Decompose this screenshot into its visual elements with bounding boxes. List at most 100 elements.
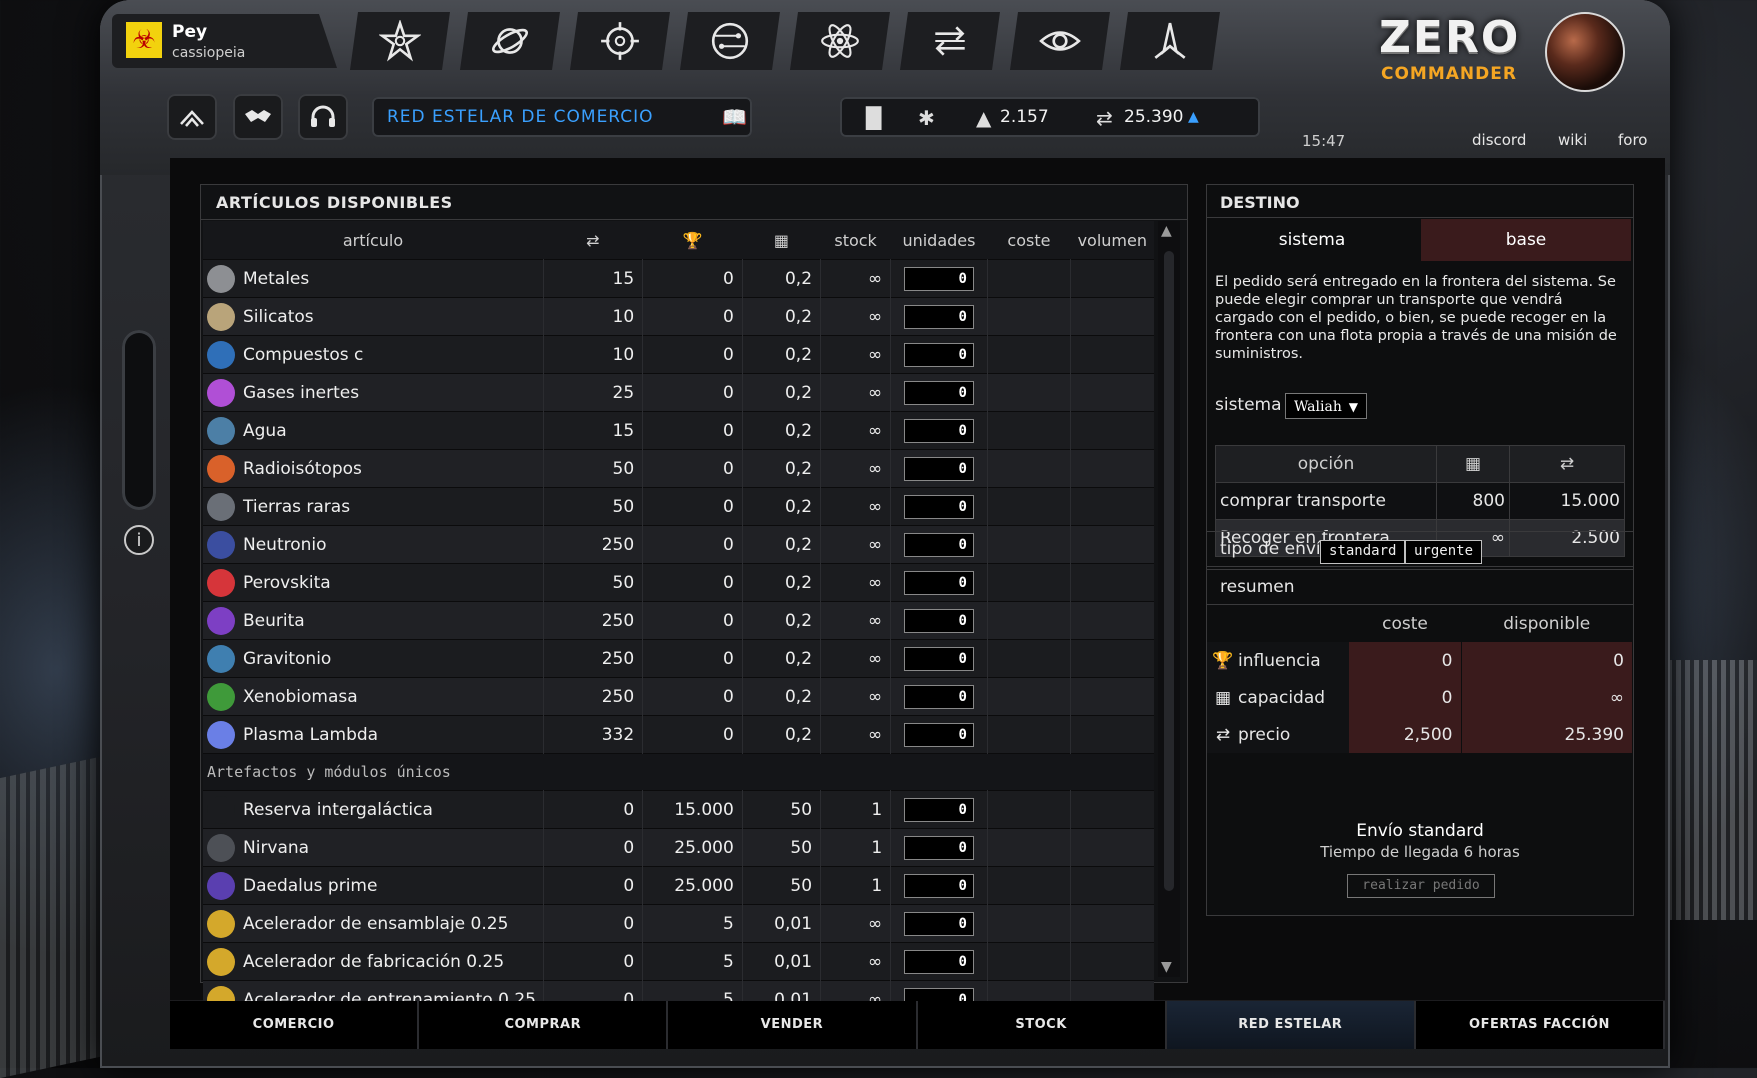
item-influence: 0 (642, 297, 743, 336)
faction-button[interactable] (167, 94, 217, 140)
tab-stock[interactable]: STOCK (918, 1001, 1167, 1049)
quantity-input[interactable]: 0 (903, 494, 974, 519)
place-order-button[interactable]: realizar pedido (1347, 874, 1495, 898)
col-article[interactable]: artículo (203, 221, 544, 260)
item-stock: ∞ (820, 335, 892, 374)
decorative-machinery-right (1667, 660, 1757, 920)
quantity-input[interactable]: 0 (903, 418, 974, 443)
tab-base[interactable]: base (1421, 219, 1631, 261)
item-volume: 50 (742, 790, 822, 829)
influence-value: 2.157 (1000, 107, 1049, 127)
item-row: Radioisótopos 50 0 0,2 ∞ 0 (203, 449, 1154, 488)
col-volume[interactable]: volumen (1070, 221, 1154, 260)
quantity-input[interactable]: 0 (903, 304, 974, 329)
support-button[interactable] (298, 94, 348, 140)
credits-icon: ⇄ (1509, 445, 1625, 483)
book-icon[interactable]: 📖 (722, 105, 747, 129)
quantity-input[interactable]: 0 (903, 911, 974, 936)
credits-value: 25.390 (1124, 107, 1184, 127)
quantity-input[interactable]: 0 (903, 456, 974, 481)
alliance-button[interactable] (233, 94, 283, 140)
item-stock: ∞ (820, 639, 892, 678)
quantity-input[interactable]: 0 (903, 646, 974, 671)
bar-chart-icon[interactable]: █ (866, 106, 881, 130)
item-cell: 0 (890, 942, 988, 981)
item-price: 10 (543, 297, 644, 336)
item-name: Compuestos c (243, 344, 364, 365)
tab-ofertas-faccion[interactable]: OFERTAS FACCIÓN (1416, 1001, 1666, 1049)
nav-planets-button[interactable] (460, 12, 560, 70)
col-price[interactable]: ⇄ (543, 221, 643, 260)
articles-scrollbar[interactable]: ▲ ▼ (1158, 221, 1180, 977)
standard-button[interactable]: standard (1320, 540, 1406, 564)
scroll-up-icon[interactable]: ▲ (1161, 223, 1172, 239)
nav-trade-button[interactable] (900, 12, 1000, 70)
tab-comercio[interactable]: COMERCIO (170, 1001, 420, 1049)
quantity-input[interactable]: 0 (903, 532, 974, 557)
nav-fleet-button[interactable] (350, 12, 450, 70)
nav-target-button[interactable] (570, 12, 670, 70)
quantity-input[interactable]: 0 (903, 722, 974, 747)
quantity-input[interactable]: 0 (903, 835, 974, 860)
item-volume-total (1070, 866, 1154, 905)
item-row: Tierras raras 50 0 0,2 ∞ 0 (203, 487, 1154, 526)
system-select[interactable]: Waliah ▼ (1285, 393, 1367, 419)
item-cell: Neutronio (203, 525, 544, 564)
item-row: Daedalus prime 0 25.000 50 1 0 (203, 866, 1154, 905)
item-influence: 0 (642, 335, 743, 374)
urgent-button[interactable]: urgente (1405, 540, 1483, 564)
col-units[interactable]: unidades (890, 221, 988, 260)
item-cost (987, 790, 1072, 829)
nav-intel-button[interactable] (1010, 12, 1110, 70)
atom-icon (821, 24, 859, 58)
quantity-input[interactable]: 0 (903, 266, 974, 291)
forum-link[interactable]: foro (1618, 131, 1647, 149)
item-stock: 1 (820, 790, 892, 829)
item-name: Tierras raras (243, 496, 351, 517)
item-price: 50 (543, 487, 644, 526)
radioisotope-icon (207, 454, 235, 483)
quantity-input[interactable]: 0 (903, 380, 974, 405)
item-price: 25 (543, 373, 644, 412)
tab-red-estelar[interactable]: RED ESTELAR (1166, 1001, 1416, 1049)
summary-label-cell: ▦ capacidad (1207, 679, 1349, 716)
item-stock: ∞ (820, 297, 892, 336)
inert-gas-icon (207, 378, 235, 407)
item-cost (987, 866, 1072, 905)
tab-comprar[interactable]: COMPRAR (419, 1001, 669, 1049)
nav-research-button[interactable] (790, 12, 890, 70)
tab-sistema[interactable]: sistema (1207, 219, 1417, 261)
quantity-input[interactable]: 0 (903, 797, 974, 822)
quantity-input[interactable]: 0 (903, 873, 974, 898)
quantity-input[interactable]: 0 (903, 570, 974, 595)
option-row[interactable]: comprar transporte 800 15.000 (1215, 482, 1625, 520)
summary-label-cell: 🏆 influencia (1207, 642, 1349, 679)
col-volume-icon[interactable]: ▦ (742, 221, 821, 260)
wiki-link[interactable]: wiki (1558, 131, 1587, 149)
tab-vender[interactable]: VENDER (668, 1001, 918, 1049)
item-cell: Silicatos (203, 297, 544, 336)
discord-link[interactable]: discord (1472, 131, 1526, 149)
nav-network-button[interactable] (680, 12, 780, 70)
quantity-input[interactable]: 0 (903, 608, 974, 633)
col-cost[interactable]: coste (987, 221, 1071, 260)
col-influence[interactable]: 🏆 (642, 221, 743, 260)
info-icon[interactable]: i (124, 525, 154, 555)
fleet-formation-icon[interactable]: ✱ (918, 106, 935, 130)
item-influence: 0 (642, 563, 743, 602)
quantity-input[interactable]: 0 (903, 342, 974, 367)
scroll-thumb[interactable] (1164, 251, 1174, 891)
item-stock: ∞ (820, 563, 892, 602)
scroll-down-icon[interactable]: ▼ (1161, 959, 1172, 975)
user-panel[interactable]: ☣ Pey cassiopeia (112, 14, 337, 68)
item-volume: 0,2 (742, 601, 822, 640)
quantity-input[interactable]: 0 (903, 684, 974, 709)
summary-row: ▦ capacidad 0 ∞ (1207, 679, 1633, 716)
col-stock[interactable]: stock (820, 221, 891, 260)
nav-launch-button[interactable] (1120, 12, 1220, 70)
quantity-input[interactable]: 0 (903, 949, 974, 974)
capacity-icon: ▦ (1436, 445, 1510, 483)
game-logo[interactable]: ZERO COMMANDER (1375, 12, 1635, 92)
item-volume: 0,2 (742, 639, 822, 678)
item-cell: Radioisótopos (203, 449, 544, 488)
